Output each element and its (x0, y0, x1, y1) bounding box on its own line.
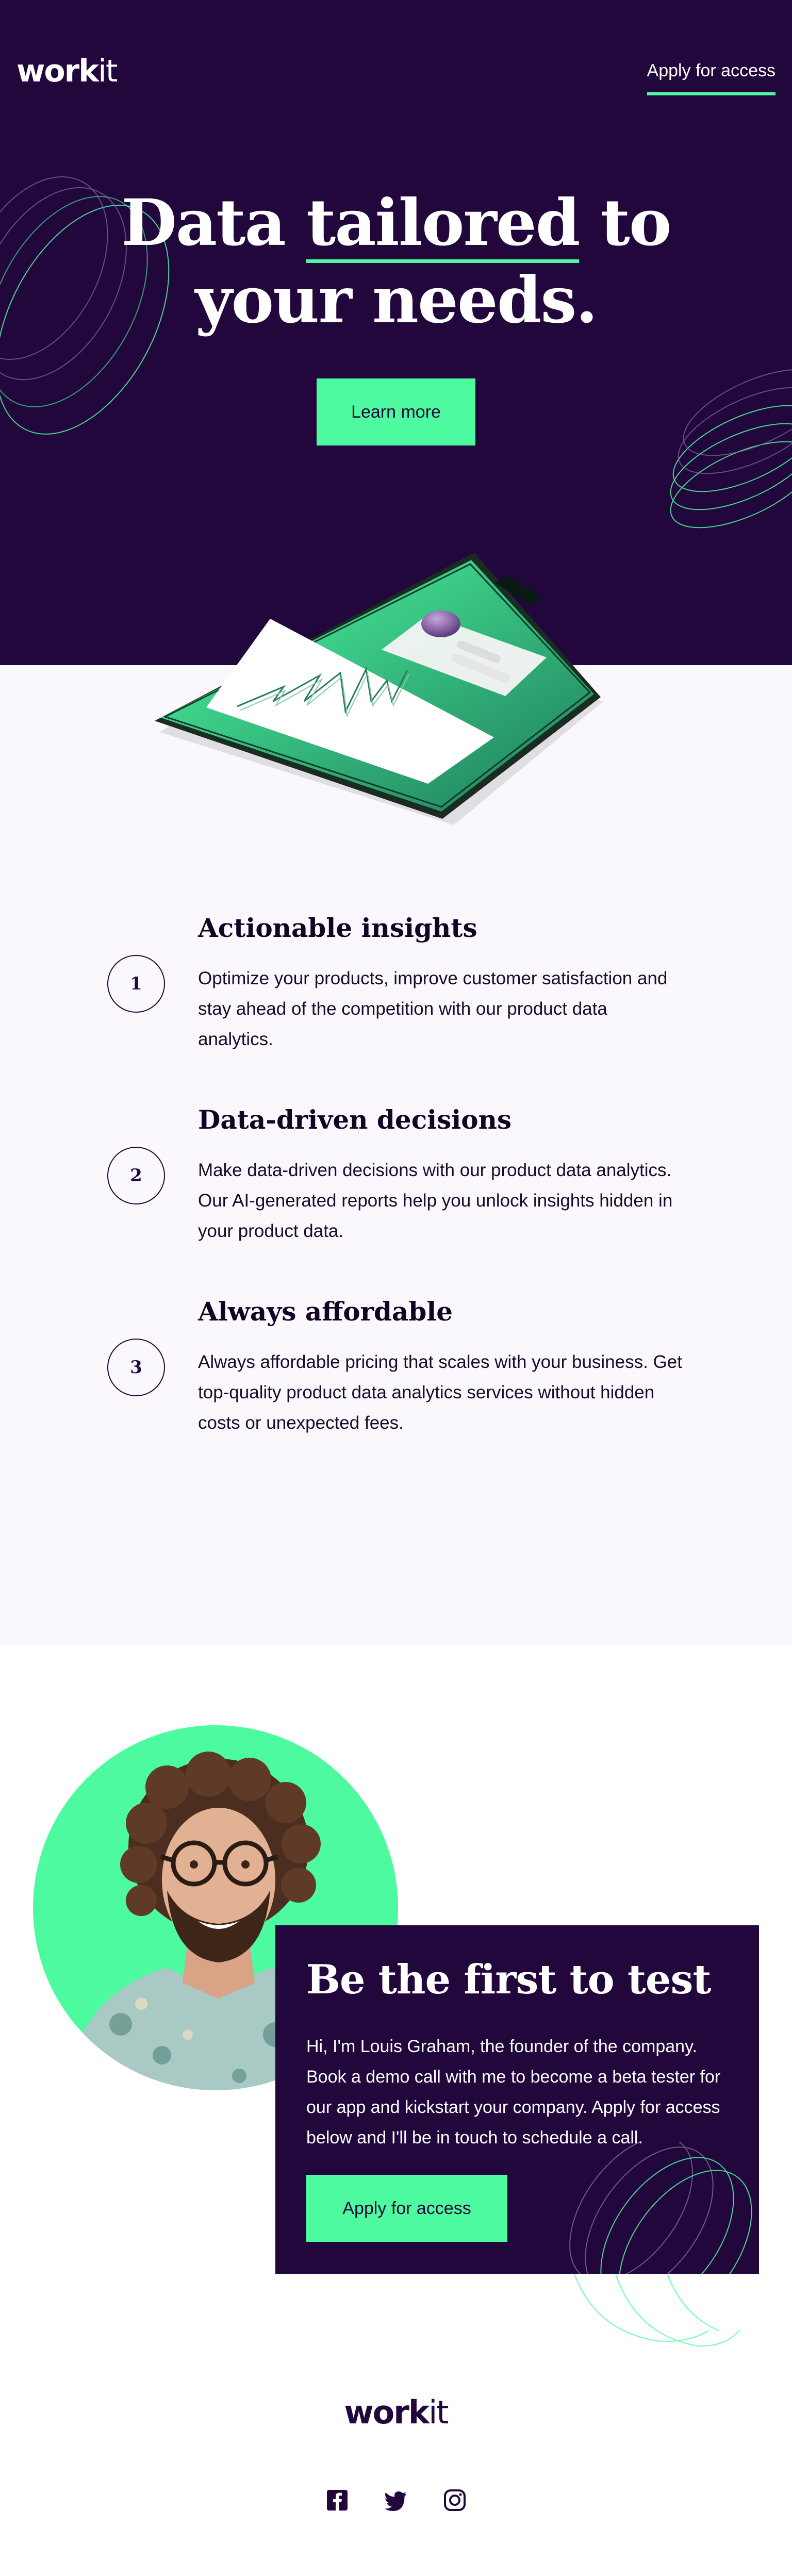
hero-title-highlight: tailored (306, 185, 580, 263)
feature-title: Always affordable (198, 1296, 453, 1327)
feature-number: 2 (107, 1147, 165, 1204)
page: workit Apply for access Data tailored to… (0, 0, 792, 2576)
rings-decoration-card (569, 2142, 752, 2274)
feature-number: 3 (107, 1339, 165, 1396)
feature-number: 1 (107, 955, 165, 1013)
cta-text: Hi, I'm Louis Graham, the founder of the… (306, 2037, 721, 2148)
learn-more-button[interactable]: Learn more (317, 378, 475, 445)
hero-title: Data tailored to your needs. (121, 185, 671, 338)
facebook-icon[interactable] (325, 2488, 350, 2513)
cta-title: Be the first to test (306, 1956, 711, 2003)
feature-text: Optimize your products, improve customer… (198, 968, 668, 1049)
rings-decoration-outside (574, 2274, 740, 2347)
nav-apply-link[interactable]: Apply for access (647, 61, 776, 95)
features-curve-bottom (0, 1485, 792, 1640)
brand-logo[interactable]: workit (16, 56, 118, 87)
social-links (325, 2486, 467, 2514)
feature-text: Make data-driven decisions with our prod… (198, 1160, 673, 1241)
feature-title: Data-driven decisions (198, 1104, 512, 1135)
footer-brand-logo[interactable]: workit (0, 2397, 792, 2429)
feature-text: Always affordable pricing that scales wi… (198, 1352, 682, 1433)
rings-decoration-right (670, 369, 792, 529)
cta-card: Be the first to test Hi, I'm Louis Graha… (275, 1925, 759, 2274)
phone-illustration (155, 553, 603, 825)
apply-for-access-button[interactable]: Apply for access (306, 2175, 507, 2242)
twitter-icon[interactable] (384, 2488, 408, 2513)
instagram-icon[interactable] (442, 2488, 467, 2513)
feature-title: Actionable insights (198, 913, 477, 943)
